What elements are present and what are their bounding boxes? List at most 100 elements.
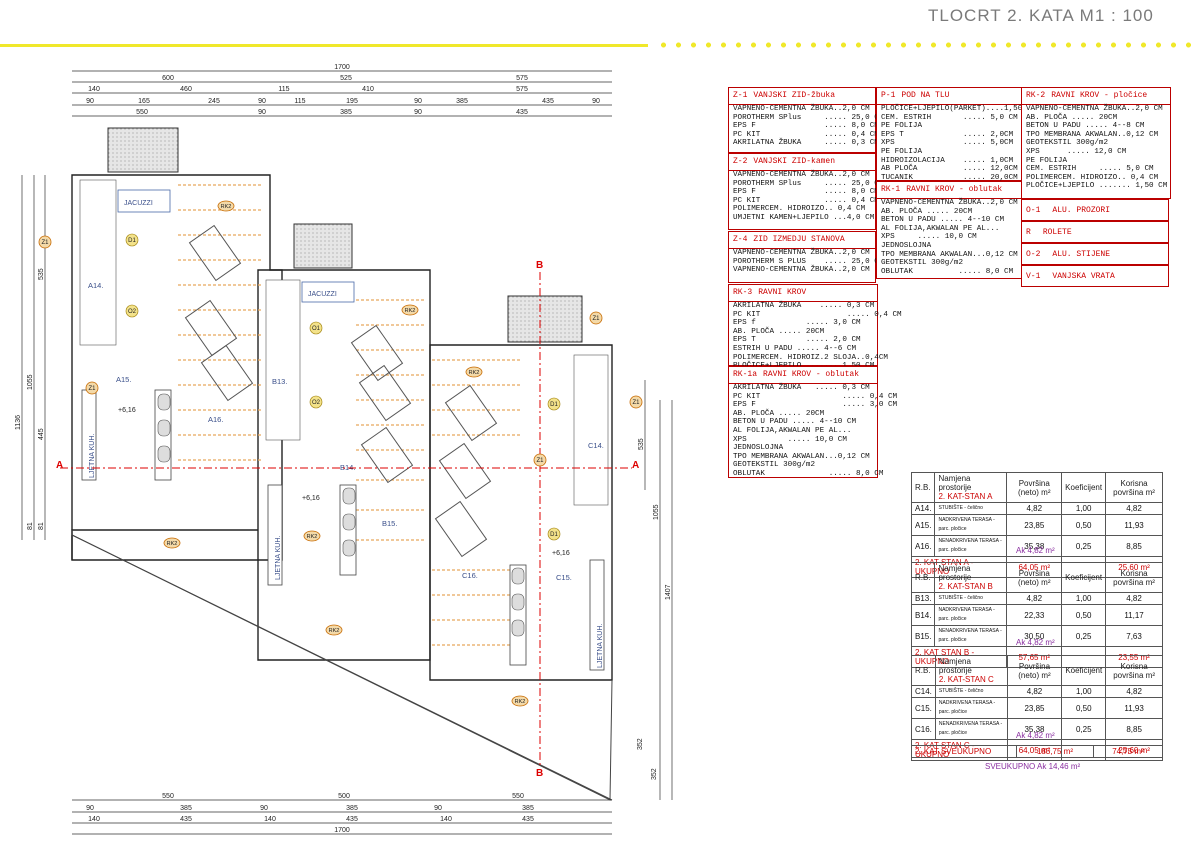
- dim-top-575b: 575: [516, 86, 528, 93]
- spec-rk1a-line: EPS F ..... 3,0 CM: [733, 401, 898, 410]
- room-b13: B13.: [272, 377, 287, 386]
- dim-right-352: 352: [637, 738, 644, 750]
- dim-top-575: 575: [516, 75, 528, 82]
- table-row: B13. STUBIŠTE - čelično 4,82 1,00 4,82: [910, 592, 1163, 605]
- spec-rk1a-line: JEDNOSLOJNA: [733, 444, 784, 453]
- col-povrsina: Površina (neto) m²: [1006, 472, 1063, 503]
- spec-rk1: RK-1 RAVNI KROV - oblutak VAPNENO-CEMENTN…: [876, 181, 1022, 279]
- room-a15: A15.: [116, 375, 131, 384]
- spec-rk1a-line: XPS ..... 10,0 CM: [733, 435, 847, 444]
- table-c-ak: Ak 4,82 m²: [1016, 731, 1055, 740]
- room-c16: C16.: [462, 571, 478, 580]
- spec-z2: Z-2 VANJSKI ZID-kamen VAPNENO-CEMENTNA ŽB…: [728, 153, 884, 230]
- spec-rk1-line: OBLUTAK ..... 8,0 CM: [881, 267, 1014, 276]
- dim-right-1407: 1407: [665, 584, 672, 600]
- room-a14: A14.: [88, 281, 103, 290]
- spec-rk3-line: AB. PLOČA ..... 20CM: [733, 327, 825, 336]
- dim-bottom-140b: 140: [264, 816, 276, 823]
- dim-top-90e: 90: [258, 109, 266, 116]
- tag-d1-a: D1: [128, 238, 136, 244]
- spec-rk2-line: GEOTEKSTIL 300g/m2: [1026, 139, 1109, 148]
- dim-top-460: 460: [180, 86, 192, 93]
- spec-p1-line: PE FOLIJA: [881, 147, 923, 156]
- section-a-right: A: [632, 460, 639, 471]
- spec-rk3-name: RAVNI KROV: [758, 288, 807, 297]
- dim-top-165: 165: [138, 98, 150, 105]
- spec-z1-name: VANJSKI ZID-žbuka: [753, 91, 836, 100]
- spec-z4-line: POROTHERM S PLUS ..... 25,0 CM: [733, 257, 884, 266]
- table-row: C15. NADKRIVENA TERASA - parc. pločice 23,…: [911, 697, 1163, 719]
- dim-top-385b: 385: [340, 109, 352, 116]
- col-rb: R.B.: [910, 472, 936, 503]
- dim-bottom-140c: 140: [440, 816, 452, 823]
- spec-p1-code: P-1: [881, 91, 896, 100]
- room-b15: B15.: [382, 519, 397, 528]
- spec-rk1-line: AB. PLOČA ..... 20CM: [881, 207, 973, 216]
- dim-left-535: 535: [38, 268, 45, 280]
- dim-bottom-140: 140: [88, 816, 100, 823]
- kitchen-b-label: LJETNA KUH.: [275, 536, 282, 580]
- spec-rk2: RK-2 RAVNI KROV - pločice VAPNENO-CEMENTN…: [1021, 87, 1171, 199]
- legend-r-code: R: [1026, 227, 1031, 237]
- legend-o1: O-1 ALU. PROZORI: [1021, 199, 1169, 221]
- dim-right-1055: 1055: [653, 504, 660, 520]
- table-row: C14. STUBIŠTE - čelično 4,82 1,00 4,82: [911, 685, 1163, 698]
- dim-top-525: 525: [340, 75, 352, 82]
- axis-z1-e: Z1: [536, 458, 544, 464]
- spec-z4-line: VAPNENO-CEMENTNA ŽBUKA..2,0 CM: [733, 249, 870, 257]
- table-a-ak: Ak 4,82 m²: [1016, 546, 1055, 555]
- spec-z2-line: EPS F ..... 8,0 CM: [733, 188, 879, 197]
- legend-o2-code: O-2: [1026, 249, 1041, 259]
- spec-rk3-line: PC KIT ..... 0,4 CM: [733, 310, 902, 319]
- spec-rk2-line: PLOČICE+LJEPILO ....... 1,50 CM: [1026, 182, 1168, 191]
- spec-z2-line: POLIMERCEM. HIDROIZO.. 0,4 CM: [733, 205, 866, 214]
- spec-rk3-code: RK-3: [733, 288, 753, 297]
- dim-bottom-550b: 550: [512, 793, 524, 800]
- tag-d1-c: D1: [550, 402, 558, 408]
- dim-bottom-500: 500: [338, 793, 350, 800]
- spec-z1: Z-1 VANJSKI ZID-žbuka VAPNENO-CEMENTNA ŽB…: [728, 87, 884, 153]
- roof-tag-1: RK2: [221, 204, 232, 210]
- table-row: B14. NADKRIVENA TERASA - parc. pločice 22,…: [910, 604, 1163, 626]
- roof-tag-5: RK2: [307, 534, 318, 540]
- drawing-title: TLOCRT 2. KATA M1 : 100: [928, 6, 1154, 25]
- spec-z1-line: POROTHERM SPlus ..... 25,0 CM: [733, 113, 884, 122]
- dim-left-445: 445: [38, 428, 45, 440]
- spec-rk1-line: AL FOLIJA,AKWALAN PE AL...: [881, 224, 1000, 233]
- dim-top-115: 115: [278, 86, 289, 93]
- grand-total-pov: 185,75 m²: [1016, 745, 1094, 758]
- dim-left-1055: 1055: [27, 374, 34, 390]
- tag-o2-a: O2: [128, 309, 137, 315]
- header-accent-line: [0, 44, 648, 47]
- spec-rk1-line: JEDNOSLOJNA: [881, 241, 932, 250]
- spec-z2-name: VANJSKI ZID-kamen: [753, 157, 836, 166]
- tag-d2-c: D1: [550, 532, 558, 538]
- dim-bottom-90c: 90: [434, 805, 442, 812]
- legend-r: R ROLETE: [1021, 221, 1169, 243]
- spec-z2-line: PC KIT ..... 0,4 CM: [733, 196, 879, 205]
- spec-z4: Z-4 ZID IZMEDJU STANOVA VAPNENO-CEMENTNA …: [728, 231, 884, 283]
- dim-top-90c: 90: [414, 98, 422, 105]
- roof-tag-2: RK2: [405, 308, 416, 314]
- roof-tag-7: RK2: [515, 699, 526, 705]
- dim-right-352b: 352: [651, 768, 658, 780]
- table-row: A15. NADKRIVENA TERASA - parc. pločice 23,…: [910, 514, 1163, 536]
- spec-rk1a: RK-1a RAVNI KROV - oblutak AKRILATNA ŽBUK…: [728, 366, 898, 478]
- dim-top-410: 410: [362, 86, 374, 93]
- dim-top-600: 600: [162, 75, 174, 82]
- spec-z1-line: AKRILATNA ŽBUKA ..... 0,3 CM: [733, 139, 879, 148]
- dim-right-535: 535: [638, 438, 645, 450]
- spec-rk2-line: VAPNENO-CEMENTNA ŽBUKA..2,0 CM: [1026, 105, 1163, 113]
- dim-bottom-550: 550: [162, 793, 174, 800]
- legend-r-name: ROLETE: [1042, 227, 1072, 237]
- dim-bottom-385b: 385: [346, 805, 358, 812]
- spec-rk1-line: TPO MEMBRANA AKWALAN...0,12 CM: [881, 250, 1018, 259]
- table-b-title: 2. KAT-STAN B: [938, 582, 993, 591]
- spec-z1-code: Z-1: [733, 91, 748, 100]
- section-b-top: B: [536, 260, 543, 271]
- jacuzzi-b-label: JACUZZI: [308, 291, 337, 298]
- axis-z1-b: Z1: [88, 386, 96, 392]
- spec-z2-line: POROTHERM SPlus ..... 25,0 CM: [733, 179, 884, 188]
- tag-o1-b: O1: [312, 326, 321, 332]
- jacuzzi-a-label: JACUZZI: [124, 200, 153, 207]
